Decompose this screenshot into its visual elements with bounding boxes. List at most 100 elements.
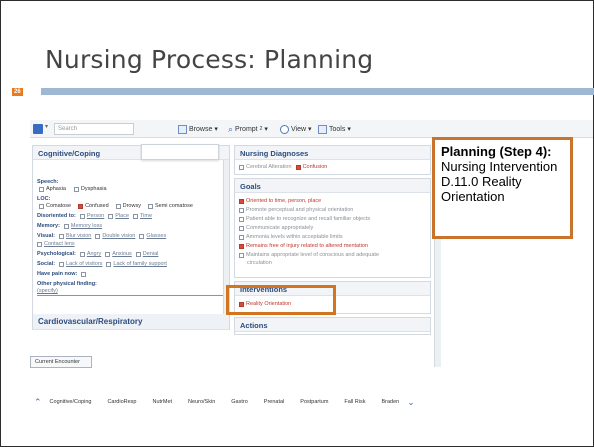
goal-text: Ammonia levels within acceptable limits [246,234,343,240]
nav-tab[interactable]: Postpartum [300,399,328,405]
cardio-header[interactable]: Cardiovascular/Respiratory [33,314,229,330]
callout-text: Nursing Intervention D.11.0 Reality Orie… [441,159,558,204]
semi-comatose-label: Semi comatose [154,203,193,209]
confused-label: Confused [85,203,109,209]
lack-family-label: Lack of family support [113,261,167,267]
semi-comatose-checkbox[interactable] [147,203,153,209]
cerebral-checkbox[interactable] [239,164,244,170]
diagnoses-header: Nursing Diagnoses [235,146,430,160]
view-button[interactable]: View ▾ [280,123,312,135]
goal-checkbox[interactable] [239,243,244,249]
dropdown-popup [141,144,219,160]
nav-tab[interactable]: Gastro [231,399,248,405]
goal-checkbox[interactable] [239,198,244,204]
goal-text: Maintains appropriate level of conscious… [246,252,380,258]
contact-lens-label: Contact lens [44,241,75,247]
glasses-checkbox[interactable] [139,233,145,239]
tools-icon [318,124,327,134]
pain-checkbox[interactable] [81,271,87,277]
goal-text: Oriented to time, person, place [246,198,322,204]
actions-panel: Actions [234,317,431,335]
highlight-box [226,285,336,315]
nav-tab[interactable]: Fall Risk [344,399,365,405]
aphasia-checkbox[interactable] [39,186,44,192]
prompt-button[interactable]: ⌕ Prompt 2 ▾ [228,123,268,135]
other-finding-label: Other physical finding: [37,281,97,287]
app-menu-icon[interactable] [33,124,43,134]
disoriented-label: Disoriented to: [37,213,76,219]
goal-text: Remains free of injury related to altere… [246,243,368,249]
bottom-nav: ⌃ Cognitive/Coping CardioResp NutrMet Ne… [30,391,450,413]
browse-button[interactable]: Browse ▾ [178,123,218,135]
tools-button[interactable]: Tools ▾ [318,123,351,135]
goal-text: Promote perceptual and physical orientat… [246,207,354,213]
dysphasia-checkbox[interactable] [73,186,79,192]
drowsy-label: Drowsy [122,203,141,209]
specify-link[interactable]: (specify) [37,288,58,294]
goal-checkbox[interactable] [239,234,244,240]
goals-panel: Goals Oriented to time, person, place Pr… [234,178,431,278]
goal-text-continued: circulation [247,260,272,266]
glasses-label: Glasses [146,233,167,239]
nav-tab[interactable]: Braden [382,399,400,405]
goal-checkbox[interactable] [239,252,244,258]
toolbar: ▾ Search Browse ▾ ⌕ Prompt 2 ▾ View ▾ Tools… [30,120,593,138]
chevron-down-icon[interactable]: ▾ [45,123,48,130]
loc-label: LOC: [37,196,51,202]
comatose-label: Comatose [46,203,72,209]
drowsy-checkbox[interactable] [115,203,121,209]
nav-tab[interactable]: NutrMet [152,399,172,405]
search-input[interactable]: Search [54,123,134,135]
other-finding-input[interactable]: (specify) [37,288,223,296]
speech-label: Speech: [37,179,59,185]
place-checkbox[interactable] [108,213,114,219]
confusion-checkbox[interactable] [295,164,301,170]
anxious-checkbox[interactable] [105,251,111,257]
memory-loss-checkbox[interactable] [63,223,69,229]
blur-vision-checkbox[interactable] [58,233,64,239]
visual-label: Visual: [37,233,55,239]
contact-lens-checkbox[interactable] [37,241,42,247]
cognitive-panel: Cognitive/Coping Speech: Aphasia Dysphas… [32,145,230,330]
person-checkbox[interactable] [79,213,85,219]
goal-checkbox[interactable] [239,207,244,213]
prompt-count: 2 [259,126,263,132]
angry-checkbox[interactable] [79,251,85,257]
nav-tab[interactable]: Cognitive/Coping [50,399,92,405]
double-vision-checkbox[interactable] [95,233,101,239]
dysphasia-label: Dysphasia [80,186,107,192]
chevron-down-icon[interactable]: ⌄ [407,397,415,408]
nav-tab[interactable]: CardioResp [107,399,136,405]
browse-label: Browse [189,125,213,133]
aphasia-label: Aphasia [46,186,66,192]
prompt-label: Prompt [235,125,258,133]
time-label: Time [140,213,153,219]
denial-label: Denial [142,251,159,257]
goal-checkbox[interactable] [239,216,244,222]
planning-callout: Planning (Step 4): Nursing Intervention … [432,137,573,239]
lack-family-checkbox[interactable] [106,261,112,267]
memory-loss-label: Memory loss [70,223,103,229]
comatose-checkbox[interactable] [39,203,44,209]
person-label: Person [86,213,105,219]
slide-title: Nursing Process: Planning [45,45,374,74]
goals-header: Goals [235,179,430,193]
diagnoses-panel: Nursing Diagnoses Cerebral Alteration Co… [234,145,431,175]
goal-text: Patient able to recognize and recall fam… [246,216,371,222]
actions-header[interactable]: Actions [235,318,430,332]
social-label: Social: [37,261,56,267]
slide-rule [41,88,594,95]
time-checkbox[interactable] [133,213,139,219]
view-icon [280,124,289,134]
lack-visitors-checkbox[interactable] [59,261,65,267]
goal-checkbox[interactable] [239,225,244,231]
nav-tab[interactable]: Neuro/Skin [188,399,215,405]
nav-tab[interactable]: Prenatal [264,399,285,405]
current-encounter-button[interactable]: Current Encounter [30,356,92,368]
psychological-label: Psychological: [37,251,76,257]
chevron-up-icon[interactable]: ⌃ [34,397,42,408]
denial-checkbox[interactable] [135,251,141,257]
tools-label: Tools [329,125,346,133]
double-vision-label: Double vision [102,233,136,239]
confused-checkbox[interactable] [78,203,84,209]
